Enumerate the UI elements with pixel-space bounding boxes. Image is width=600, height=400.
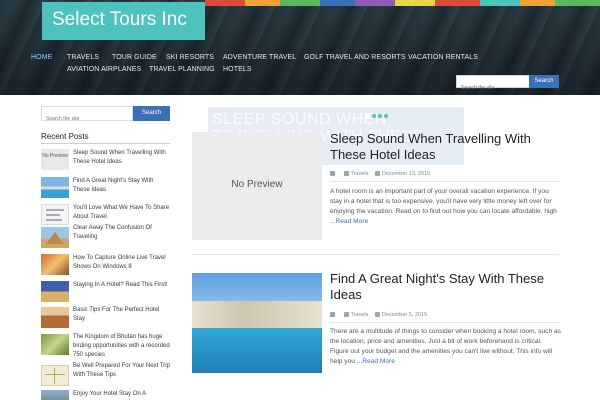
thumb-doc-line [46, 209, 64, 211]
recent-post-thumbnail[interactable] [41, 365, 69, 386]
nav-vacation-rentals[interactable]: VACATION RENTALS [408, 54, 478, 61]
header-search-field[interactable] [456, 75, 530, 94]
recent-post-link[interactable]: Staying In A Hotel? Read This First! [73, 281, 170, 290]
read-more-link[interactable]: ...Read More [330, 218, 368, 225]
sidebar-search-input[interactable] [42, 112, 132, 126]
post-date: December 5, 2015 [381, 312, 428, 318]
slider-dot[interactable] [372, 114, 376, 118]
recent-post-thumbnail[interactable] [41, 390, 69, 400]
post-category[interactable]: Travels [351, 312, 369, 318]
recent-post-link[interactable]: How To Capture Online Live Travel Shows … [73, 254, 170, 272]
thumb-doc-line [46, 214, 60, 216]
recent-posts-divider [41, 143, 170, 144]
slider-dot[interactable] [378, 114, 382, 118]
thumb-map-line [54, 368, 55, 384]
pyramid-icon [46, 232, 64, 244]
recent-post-thumbnail[interactable] [41, 204, 69, 225]
post-title[interactable]: Find A Great Night's Stay With These Ide… [330, 271, 570, 303]
post-separator [192, 254, 559, 255]
post-excerpt: There are a multitude of things to consi… [330, 327, 562, 367]
site-title[interactable]: Select Tours Inc [52, 9, 187, 31]
read-more-link[interactable]: ...Read More [357, 358, 395, 365]
thumb-map-line [45, 374, 65, 375]
recent-post-thumbnail[interactable] [41, 334, 69, 355]
folder-icon [343, 312, 349, 318]
calendar-icon [374, 171, 380, 177]
recent-post-link[interactable]: Sleep Sound When Travelling With These H… [73, 149, 170, 167]
header-decor-stripe [280, 0, 320, 6]
site-logo[interactable]: Select Tours Inc [42, 2, 205, 40]
post-thumbnail[interactable] [192, 273, 322, 373]
nav-ski-resorts[interactable]: SKI RESORTS [166, 54, 214, 61]
recent-post-link[interactable]: Basic Tips For The Perfect Hotel Stay [73, 306, 170, 324]
header-decor-stripe [395, 0, 435, 6]
recent-post-thumbnail[interactable] [41, 177, 69, 198]
nav-aviation-airplanes[interactable]: AVIATION AIRPLANES [67, 66, 141, 73]
post-meta-divider [330, 181, 559, 182]
recent-posts-heading: Recent Posts [41, 132, 89, 141]
header-search-input[interactable] [457, 82, 529, 94]
slider-dot[interactable] [384, 114, 388, 118]
site-header: Select Tours Inc HOME TRAVELS TOUR GUIDE… [0, 0, 600, 95]
nav-hotels[interactable]: HOTELS [223, 66, 252, 73]
header-decor-stripe [555, 0, 600, 6]
header-decor-stripe [435, 0, 480, 6]
post-date: December 13, 2015 [381, 171, 431, 177]
no-preview-label: No Preview [231, 179, 283, 190]
nav-travels[interactable]: TRAVELS [67, 54, 99, 61]
folder-icon [343, 171, 349, 177]
thumb-doc-line [46, 219, 62, 221]
nav-golf-travel[interactable]: GOLF TRAVEL AND RESORTS [304, 54, 406, 61]
user-icon [330, 171, 335, 177]
post-meta: Travels December 5, 2015 [330, 312, 427, 318]
recent-post-thumbnail[interactable] [41, 254, 69, 275]
post-thumbnail[interactable]: No Preview [192, 132, 322, 240]
thumb-no-preview-label: No Preview [42, 153, 68, 159]
header-decor-stripe [480, 0, 520, 6]
post-title[interactable]: Sleep Sound When Travelling With These H… [330, 131, 570, 163]
thumb-hotel-building [192, 301, 322, 331]
nav-travel-planning[interactable]: TRAVEL PLANNING [149, 66, 215, 73]
user-icon [330, 312, 335, 318]
nav-tour-guide[interactable]: TOUR GUIDE [112, 54, 157, 61]
recent-post-thumbnail[interactable]: No Preview [41, 149, 69, 170]
recent-post-link[interactable]: The Kingdom of Bhutan has huge birding o… [73, 333, 170, 360]
recent-post-link[interactable]: Clear Away The Confusion Of Traveling [73, 224, 170, 242]
recent-post-link[interactable]: You'll Love What We Have To Share About … [73, 204, 170, 222]
sidebar-search-field[interactable] [41, 106, 133, 126]
post-excerpt-text: A hotel room is an important part of you… [330, 188, 557, 215]
post-meta-divider [330, 322, 559, 323]
slider-dot[interactable] [366, 114, 370, 118]
recent-post-thumbnail[interactable] [41, 281, 69, 302]
header-decor-stripe [245, 0, 280, 6]
calendar-icon [374, 312, 380, 318]
header-decor-stripe [205, 0, 245, 6]
thumb-pool [192, 328, 322, 373]
post-category[interactable]: Travels [351, 171, 369, 177]
sidebar-search-button[interactable]: Search [133, 106, 170, 121]
header-decor-stripe [355, 0, 395, 6]
nav-home[interactable]: HOME [31, 54, 52, 61]
post-meta: Travels December 13, 2015 [330, 171, 430, 177]
header-decor-stripe [320, 0, 355, 6]
header-decor-stripe [520, 0, 555, 6]
recent-post-thumbnail[interactable] [41, 307, 69, 328]
recent-post-link[interactable]: Enjoy Your Hotel Stay On A [73, 390, 170, 399]
recent-post-thumbnail[interactable] [41, 227, 69, 248]
nav-adventure-travel[interactable]: ADVENTURE TRAVEL [223, 54, 296, 61]
post-excerpt: A hotel room is an important part of you… [330, 187, 562, 227]
page: Select Tours Inc HOME TRAVELS TOUR GUIDE… [0, 0, 600, 400]
recent-post-link[interactable]: Be Well Prepared For Your Next Trip With… [73, 362, 170, 380]
header-search-button[interactable]: Search [529, 75, 559, 88]
recent-post-link[interactable]: Find A Great Night's Stay With These Ide… [73, 177, 170, 195]
